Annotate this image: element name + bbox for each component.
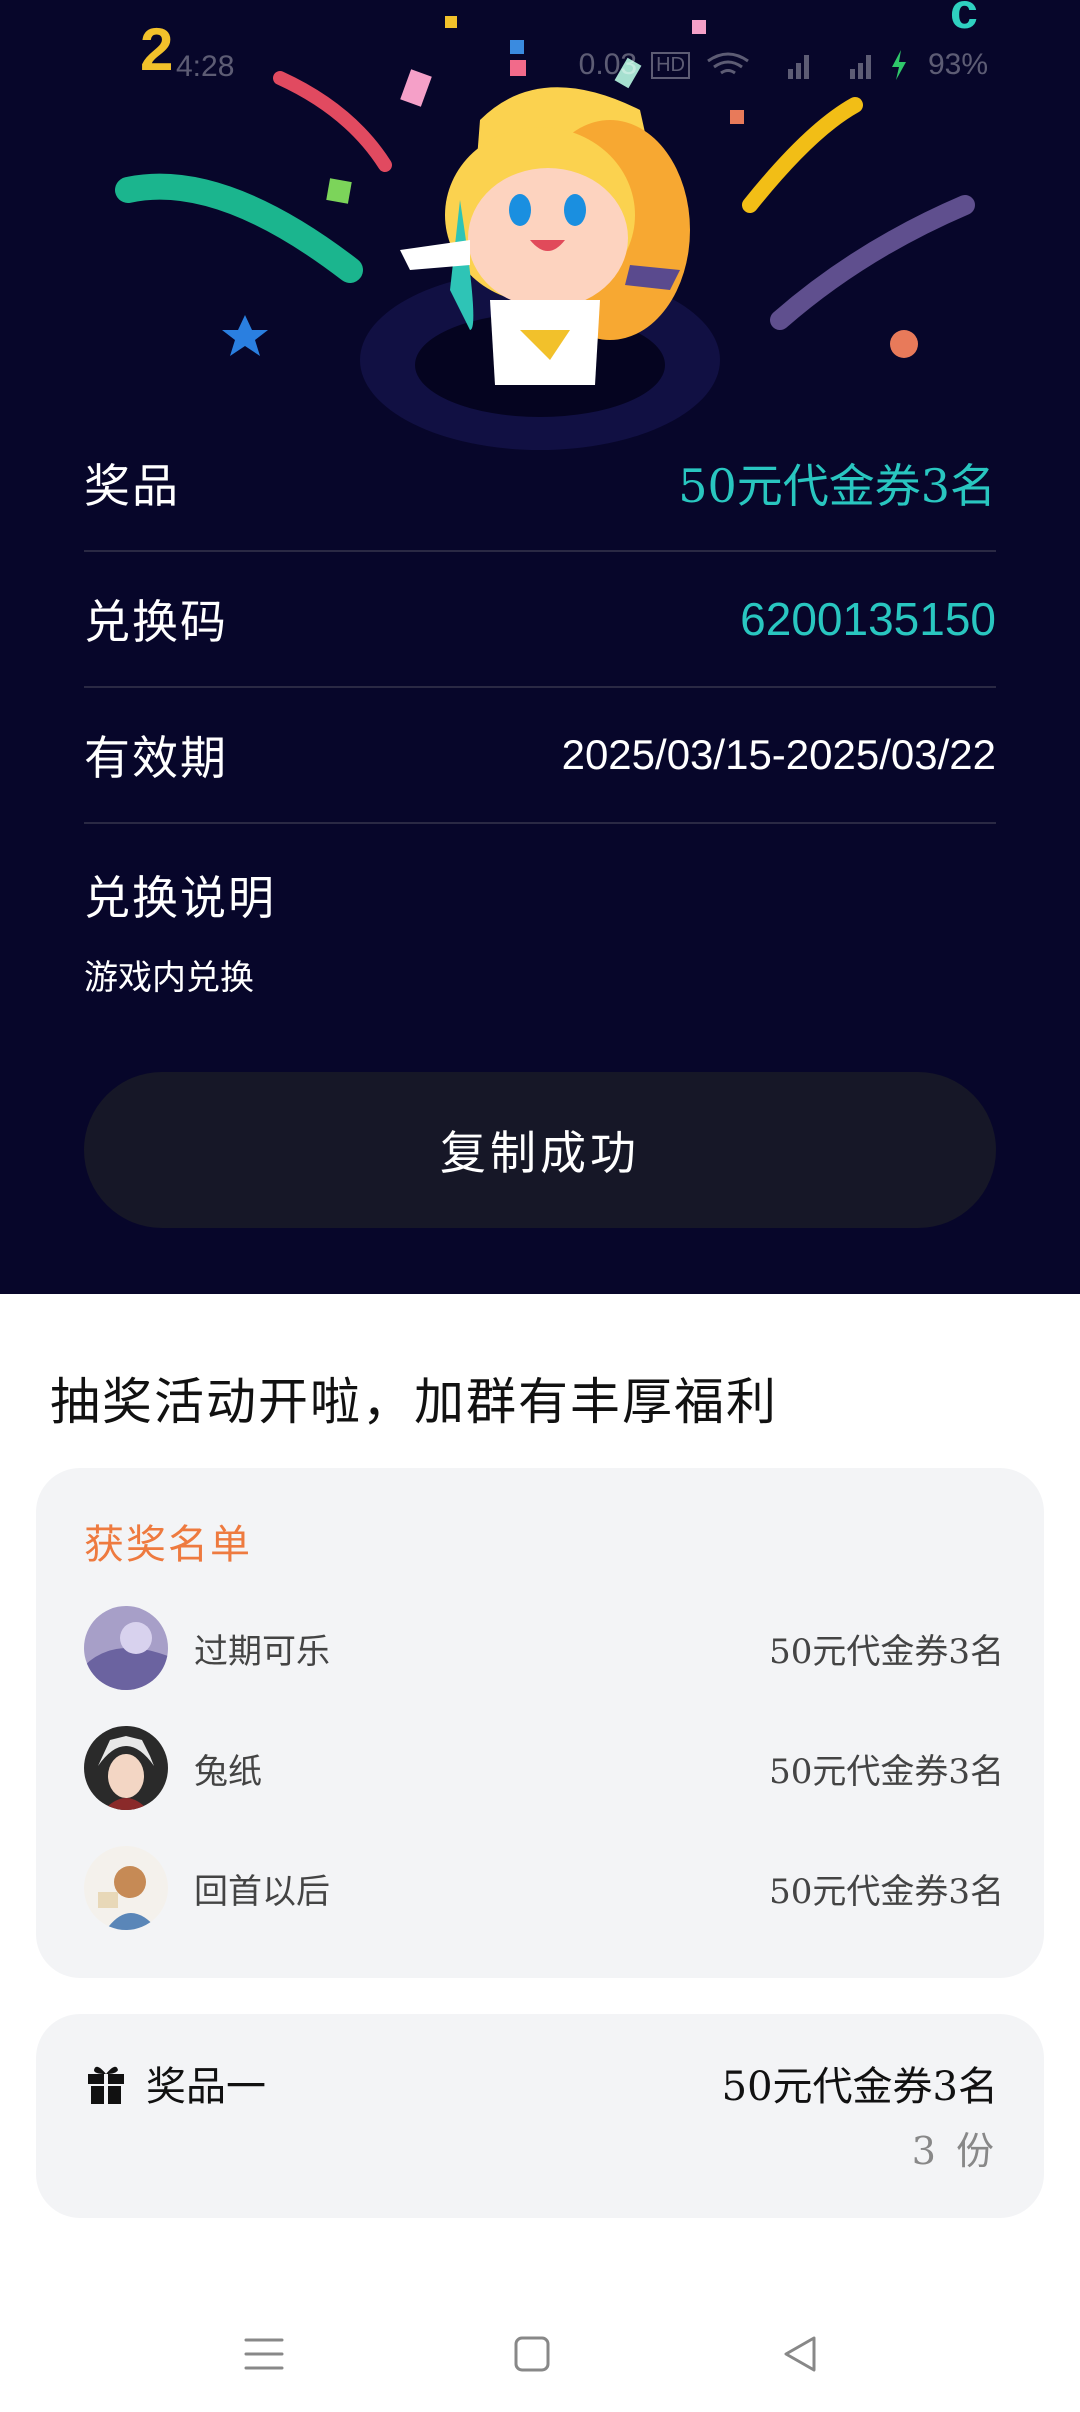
prize-detail-panel: 2 c 4:28 0.03 HD 93% 奖品 50元代金券3名 兑换码 620… xyxy=(0,0,1080,1294)
instructions-text: 游戏内兑换 xyxy=(84,958,254,998)
status-time: 4:28 xyxy=(176,50,235,83)
prize-tier-card: 奖品一 50元代金券3名 3 份 xyxy=(36,2014,1044,2218)
winner-prize: 50元代金券3名 xyxy=(769,1751,1004,1792)
winner-name: 回首以后 xyxy=(194,1871,330,1912)
prize-tier-value: 50元代金券3名 xyxy=(721,2064,998,2110)
prize-value: 50元代金券3名 xyxy=(678,459,996,513)
prize-tier-label: 奖品一 xyxy=(146,2064,266,2110)
winner-row: 过期可乐 50元代金券3名 xyxy=(84,1606,1004,1690)
status-indicators: 0.03 HD 93% xyxy=(579,48,988,82)
hd-badge: HD xyxy=(651,51,690,79)
avatar xyxy=(84,1846,168,1930)
copy-button[interactable]: 复制成功 xyxy=(84,1072,996,1228)
winner-row: 兔纸 50元代金券3名 xyxy=(84,1726,1004,1810)
menu-icon[interactable] xyxy=(234,2324,294,2384)
svg-text:c: c xyxy=(950,0,978,39)
home-icon[interactable] xyxy=(502,2324,562,2384)
cellular-signal-icon-2 xyxy=(849,55,871,79)
wifi-icon xyxy=(707,52,749,75)
redeem-code-label: 兑换码 xyxy=(84,595,228,649)
system-nav-bar xyxy=(0,2300,1080,2412)
battery-percent: 93% xyxy=(927,48,988,81)
gift-icon xyxy=(88,2066,124,2104)
instructions-title: 兑换说明 xyxy=(84,871,276,925)
avatar xyxy=(84,1606,168,1690)
prize-tier-count: 3 份 xyxy=(911,2129,998,2173)
winner-row: 回首以后 50元代金券3名 xyxy=(84,1846,1004,1930)
back-icon[interactable] xyxy=(770,2324,830,2384)
status-bar: 4:28 0.03 HD 93% xyxy=(0,44,1080,94)
promo-banner-text[interactable]: 抽奖活动开啦，加群有丰厚福利 xyxy=(50,1362,778,1434)
validity-row: 有效期 2025/03/15-2025/03/22 xyxy=(84,688,996,824)
redeem-code-row: 兑换码 6200135150 xyxy=(84,552,996,688)
winner-prize: 50元代金券3名 xyxy=(769,1871,1004,1912)
prize-row: 奖品 50元代金券3名 xyxy=(84,416,996,552)
cellular-signal-icon xyxy=(787,55,809,79)
validity-value: 2025/03/15-2025/03/22 xyxy=(561,731,996,778)
winners-card: 获奖名单 过期可乐 50元代金券3名 兔纸 50元代金券3名 回首以后 50元代… xyxy=(36,1468,1044,1978)
winners-title: 获奖名单 xyxy=(84,1522,252,1568)
prize-label: 奖品 xyxy=(84,459,180,513)
winner-name: 过期可乐 xyxy=(194,1631,330,1672)
charging-bolt-icon xyxy=(891,50,906,80)
network-speed-text: 0.03 xyxy=(578,48,638,81)
winner-name: 兔纸 xyxy=(194,1751,262,1792)
winner-prize: 50元代金券3名 xyxy=(769,1631,1004,1672)
avatar xyxy=(84,1726,168,1810)
validity-label: 有效期 xyxy=(84,731,228,785)
redeem-code-value[interactable]: 6200135150 xyxy=(740,592,996,646)
